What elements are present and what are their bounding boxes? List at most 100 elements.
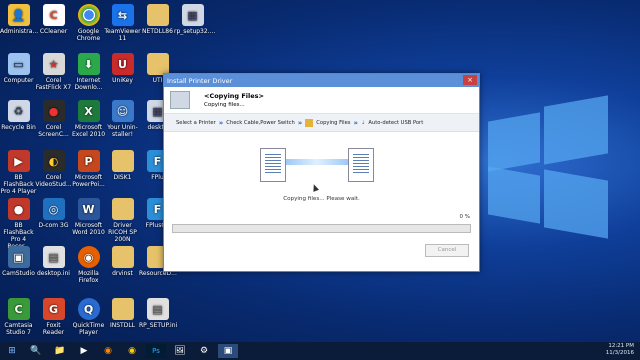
desktop-icon[interactable]: ●BB FlashBack Pro 4 Recor... [0,198,37,250]
taskbar: ⊞ 🔍 📁 ▶ ◉ ◉ Ps 🖼 ⚙ ▣ 12:21 PM 11/3/2016 [0,342,640,360]
chevron-right-icon: » [297,118,303,127]
unikey-icon: U [111,53,134,75]
step-check-cable: Check Cable,Power Switch [226,119,295,126]
source-document-icon [260,148,286,182]
uninstaller-icon: ☺ [111,100,134,122]
desktop-icon[interactable]: ◎ D-com 3G [35,198,72,229]
progress-bar [172,224,471,233]
desktop-icon[interactable]: ⇆ TeamViewer 11 [104,4,141,42]
desktop-icon[interactable]: DISK1 [104,150,141,181]
desktop-icon[interactable]: X Microsoft Excel 2010 [70,100,107,138]
desktop-icon[interactable]: ▣ CamStudio [0,246,37,277]
desktop-icon[interactable]: ▤ RP_SETUP.ini [139,298,177,329]
clock[interactable]: 12:21 PM 11/3/2016 [606,343,634,357]
image-viewer-icon[interactable]: 🖼 [170,344,190,358]
chevron-right-icon: » [353,118,359,127]
dialog-header: <Copying Files> Copying files... [164,87,479,114]
header-subtitle: Copying files... [204,102,245,108]
chrome-icon [77,4,100,26]
chrome-icon[interactable]: ◉ [122,344,142,358]
excel-icon: X [77,100,100,122]
dialog-titlebar[interactable]: Install Printer Driver × [164,74,479,87]
computer-icon: ▭ [7,53,30,75]
ini-file-icon: ▤ [146,298,169,320]
desktop-icon[interactable]: W Microsoft Word 2010 [70,198,107,236]
corel-videostudio-icon: ◐ [42,150,65,172]
powerpoint-icon: P [77,150,100,172]
flashback-recorder-icon: ● [7,198,30,220]
printer-installer-icon[interactable]: ▣ [218,344,238,358]
desktop-icon[interactable]: ● Corel ScreenC... [35,100,72,138]
desktop-icon[interactable]: C Camtasia Studio 7 [0,298,37,336]
desktop-icon[interactable]: ◉ Mozilla Firefox [70,246,107,284]
desktop-icon[interactable]: ★ Corel FastFlick X7 [35,53,72,91]
folder-icon [111,298,134,320]
desktop-icon[interactable]: ▶ BB FlashBack Pro 4 Player [0,150,37,195]
ini-file-icon: ▤ [42,246,65,268]
recycle-bin-icon: ♻ [7,100,30,122]
download-manager-icon: ⬇ [77,53,100,75]
status-text: Copying files... Please wait. [283,196,360,202]
destination-document-icon [348,148,374,182]
desktop-icon[interactable]: G Foxit Reader [35,298,72,336]
desktop-icon[interactable]: P Microsoft PowerPoi... [70,150,107,188]
time: 12:21 PM [608,343,634,349]
desktop-icon[interactable]: 👤 Administra... [0,4,38,35]
photoshop-icon[interactable]: Ps [146,344,166,358]
dialog-title: Install Printer Driver [167,76,233,85]
firefox-icon: ◉ [77,246,100,268]
corel-fastflick-icon: ★ [42,53,65,75]
desktop-icon[interactable]: C CCleaner [35,4,72,35]
copy-animation [286,159,348,165]
word-icon: W [77,198,100,220]
copy-files-icon [305,118,314,127]
folder-icon [146,53,169,75]
desktop-icon[interactable]: ◐ Corel VideoStud... [35,150,72,188]
desktop-icon[interactable]: INSTDLL [104,298,141,329]
camstudio-icon: ▣ [7,246,30,268]
quicktime-icon: Q [77,298,100,320]
step-auto-detect: ⇣ Auto-detect USB Port [361,120,423,126]
install-printer-driver-dialog: Install Printer Driver × <Copying Files>… [163,73,480,272]
search-icon[interactable]: 🔍 [26,344,46,358]
file-explorer-icon[interactable]: 📁 [50,344,70,358]
corel-screencap-icon: ● [42,100,65,122]
step-select-printer: Select a Printer [176,119,216,126]
chevron-right-icon: » [218,118,224,127]
media-player-icon[interactable]: ▶ [74,344,94,358]
teamviewer-icon: ⇆ [111,4,134,26]
desktop-icon[interactable]: Google Chrome [70,4,107,42]
step-copying-files-label: Copying Files [316,119,351,126]
desktop-icon[interactable]: ☺ Your Unin-staller! [104,100,141,138]
folder-icon [111,246,134,268]
desktop-icon[interactable]: NETDLL86 [139,4,176,35]
settings-icon[interactable]: ⚙ [194,344,214,358]
folder-icon [111,198,134,220]
camtasia-icon: C [7,298,30,320]
header-title: <Copying Files> [204,92,264,100]
desktop-icon[interactable]: drvinst [104,246,141,277]
progress-percent: 0 % [459,214,470,220]
cancel-button[interactable]: Cancel [425,244,469,257]
step-auto-detect-label: Auto-detect USB Port [368,119,424,126]
printer-icon [170,91,190,109]
desktop-icon[interactable]: ▦ rp_setup32.... [174,4,215,35]
desktop-icon[interactable]: U UniKey [104,53,141,84]
dialog-content: Copying files... Please wait. 0 % Cancel [164,132,479,269]
desktop-icon[interactable]: ▭ Computer [0,53,37,84]
firefox-icon[interactable]: ◉ [98,344,118,358]
user-folder-icon: 👤 [7,4,30,26]
step-copying-files: Copying Files [305,118,351,127]
start-button[interactable]: ⊞ [2,344,22,358]
date: 11/3/2016 [605,350,634,356]
cursor-icon [310,183,320,192]
desktop-icon[interactable]: ⬇ Internet Downlo... [70,53,107,91]
windows-logo-wallpaper [488,95,608,239]
close-button[interactable]: × [463,75,477,85]
desktop-icon[interactable]: Q QuickTime Player [70,298,107,336]
ccleaner-icon: C [42,4,65,26]
desktop-icon[interactable]: ♻ Recycle Bin [0,100,37,131]
desktop-icon[interactable]: ▤ desktop.ini [35,246,72,277]
wizard-steps: Select a Printer » Check Cable,Power Swi… [164,114,479,132]
desktop-icon[interactable]: Driver RICOH SP 200N [104,198,141,243]
